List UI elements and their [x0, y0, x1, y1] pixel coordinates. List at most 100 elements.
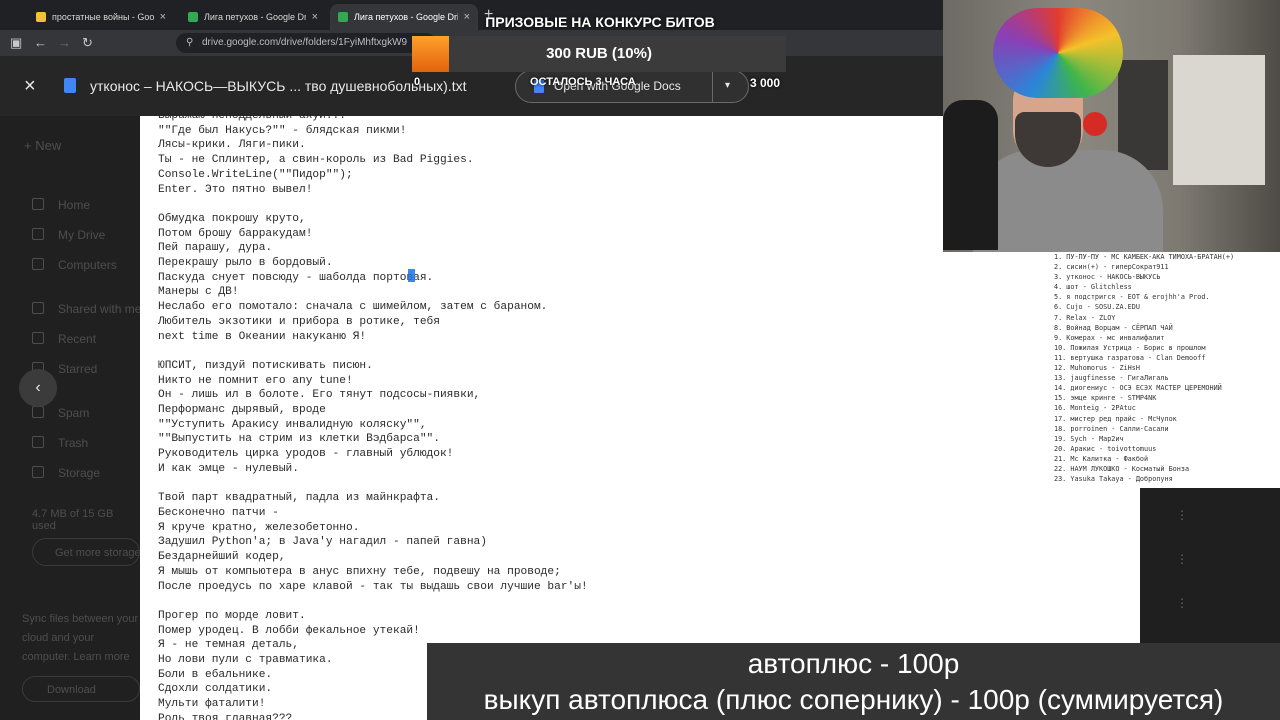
sidebar-item-shared[interactable]: Shared with me — [32, 302, 141, 316]
url-text: drive.google.com/drive/folders/1FyiMhftx… — [202, 37, 408, 48]
participant-entry: 9. Комерах - мс инвалифалит — [1054, 333, 1165, 342]
file-line: Руководитель цирка уродов - главный ублю… — [158, 448, 454, 461]
drive-favicon-icon — [188, 12, 198, 22]
donation-goal-widget: ПРИЗОВЫЕ НА КОНКУРС БИТОВ 300 RUB (10%) … — [410, 14, 790, 104]
drive-icon — [32, 228, 44, 240]
drive-favicon-icon — [338, 12, 348, 22]
file-line: Никто не помнит его any tune! — [158, 374, 353, 387]
file-line: Бездарнейший кодер, — [158, 551, 286, 564]
participant-entry: 2. сисин(+) - гиперСократ911 — [1054, 263, 1169, 272]
file-line: Роль твоя главная??? — [158, 712, 293, 720]
sidebar-item-recent[interactable]: Recent — [32, 332, 96, 346]
new-button[interactable]: + New — [24, 138, 61, 153]
close-preview-icon[interactable]: × — [24, 76, 36, 96]
file-line: И как эмце - нулевый. — [158, 462, 299, 475]
clock-icon — [32, 332, 44, 344]
people-icon — [32, 302, 44, 314]
participant-entry: 11. вертушка газратова - Clan Demooff — [1054, 353, 1206, 362]
webcam-poster — [1173, 55, 1265, 185]
sidebar-item-label: Home — [58, 198, 91, 212]
price-line-autoplus: автоплюс - 100р — [747, 648, 960, 679]
sidebar-item-storage[interactable]: Storage — [32, 466, 100, 480]
file-line: Перформанс дырявый, вроде — [158, 404, 326, 417]
participant-entry: 8. Войнад Ворцам - СЁРПАП ЧАЙ — [1054, 323, 1173, 332]
forward-icon[interactable]: → — [58, 35, 71, 51]
sidebar-item-computers[interactable]: Computers — [32, 258, 117, 272]
donation-progress-bar: 300 RUB (10%) — [412, 36, 786, 72]
webcam-clown-nose — [1083, 112, 1107, 136]
file-line: Манеры с ДВ! — [158, 286, 239, 299]
file-line: Обмудка покрошу круто, — [158, 212, 306, 225]
site-info-icon[interactable]: ⚲ — [186, 33, 193, 53]
cloud-icon — [32, 466, 44, 478]
sidebar-item-label: Storage — [58, 466, 101, 480]
file-line: Помер уродец. В лобби фекальное утекай! — [158, 624, 420, 637]
file-line: Но лови пули с травматика. — [158, 654, 333, 667]
webcam-rainbow-wig — [993, 8, 1123, 98]
get-storage-button[interactable]: Get more storage — [32, 538, 140, 566]
participants-ordered-list: 1. ПУ-ПУ-ПУ - МС КАМБЕК-АКА ТИМОХА-БРАТА… — [1050, 252, 1280, 484]
download-button[interactable]: Download — [22, 676, 140, 702]
more-options-icon[interactable]: ⋮ — [1176, 596, 1188, 610]
sheets-favicon-icon — [36, 12, 46, 22]
address-bar[interactable]: ⚲ drive.google.com/drive/folders/1FyiMhf… — [176, 33, 436, 53]
participant-entry: 1. ПУ-ПУ-ПУ - МС КАМБЕК-АКА ТИМОХА-БРАТА… — [1054, 253, 1235, 261]
close-tab-icon[interactable]: × — [160, 11, 166, 23]
donation-goal-title: ПРИЗОВЫЕ НА КОНКУРС БИТОВ — [485, 14, 715, 30]
sidebar-item-label: My Drive — [58, 228, 106, 242]
file-line: Твой парт квадратный, падла из майнкрафт… — [158, 492, 440, 505]
donation-progress-label: 300 RUB (10%) — [546, 45, 652, 62]
participant-entry: 13. jaugfinesse - ГигаЛигаль — [1054, 374, 1169, 383]
file-line: Console.WriteLine(""Пидор""); — [158, 168, 353, 181]
file-line: Любитель экзотики и прибора в ротике, те… — [158, 315, 440, 328]
reload-icon[interactable]: ↻ — [82, 35, 93, 51]
more-options-icon[interactable]: ⋮ — [1176, 552, 1188, 566]
storage-usage: 4.7 MB of 15 GB used — [32, 508, 114, 532]
donation-goal-value: 3 000 — [750, 76, 781, 90]
sidebar-item-label: Computers — [58, 258, 117, 272]
participant-entry: 22. НАУМ ЛУКОШКО - Косматый Бонза — [1054, 464, 1190, 473]
donation-start-value: 0 — [414, 76, 421, 88]
browser-tab-2[interactable]: Лига петухов - Google Drive × — [180, 4, 326, 30]
participant-entry: 10. Пожилая Устрица - Борис в прошлом — [1054, 343, 1206, 352]
participants-list: 1. ПУ-ПУ-ПУ - МС КАМБЕК-АКА ТИМОХА-БРАТА… — [1050, 252, 1280, 488]
webcam-person-body — [973, 150, 1163, 252]
computer-icon — [32, 258, 44, 270]
sidebar-item-trash[interactable]: Trash — [32, 436, 88, 450]
sidebar-item-spam[interactable]: Spam — [32, 406, 89, 420]
more-options-icon[interactable]: ⋮ — [1176, 508, 1188, 522]
file-line: Я круче кратно, железобетонно. — [158, 521, 360, 534]
browser-tab-1[interactable]: простатные войны - Google S × — [28, 4, 174, 30]
participant-entry: 16. Monteig - 2PAtuc — [1054, 404, 1136, 413]
sidebar-item-home[interactable]: Home — [32, 198, 90, 212]
participant-entry: 4. шот - Glitchless — [1054, 283, 1132, 292]
file-line: Я - не темная деталь, — [158, 639, 299, 652]
file-line: Паскуда снует повсюду - шаболда портовая… — [158, 271, 434, 284]
file-line: Бесконечно патчи - — [158, 506, 279, 519]
close-tab-icon[interactable]: × — [312, 11, 318, 23]
webcam-feed — [943, 0, 1280, 252]
participant-entry: 17. мистер ред прайс - МсЧулок — [1054, 414, 1177, 423]
prices-overlay: автоплюс - 100р выкуп автоплюса (плюс со… — [427, 643, 1280, 720]
drive-background-strip — [1140, 506, 1280, 644]
file-line: Он - лишь ил в болоте. Его тянут подсосы… — [158, 389, 481, 402]
sidebar-item-label: Recent — [58, 332, 97, 346]
tab-title: простатные войны - Google S — [52, 12, 154, 22]
price-line-buyout: выкуп автоплюса (плюс сопернику) - 100р … — [483, 684, 1224, 715]
donation-time-remaining: ОСТАЛОСЬ 3 ЧАСА — [530, 76, 636, 88]
sidebar-item-my-drive[interactable]: My Drive — [32, 228, 105, 242]
back-icon[interactable]: ← — [34, 35, 47, 51]
sidebar-item-label: Spam — [58, 406, 90, 420]
file-line: Мульти фаталити! — [158, 698, 266, 711]
participant-entry: 7. Relax - ZLOY — [1054, 313, 1116, 322]
file-line: next time в Океании накуканю Я! — [158, 330, 367, 343]
tab-search-icon[interactable]: ▣ — [10, 35, 22, 51]
previous-file-button[interactable]: ‹ — [19, 369, 57, 407]
text-cursor — [408, 269, 415, 282]
participant-entry: 15. эмце кринге - STMP4NK — [1054, 394, 1157, 403]
sidebar-item-label: Starred — [58, 362, 98, 376]
participant-entry: 18. porroinen - Салли-Сасали — [1054, 424, 1169, 433]
file-content: Выражаю неподдельный ахуй... ""Где был Н… — [158, 116, 588, 720]
participant-entry: 21. Мс Калитка - Факбой — [1054, 454, 1149, 463]
file-line: Сдохли солдатики. — [158, 683, 273, 696]
